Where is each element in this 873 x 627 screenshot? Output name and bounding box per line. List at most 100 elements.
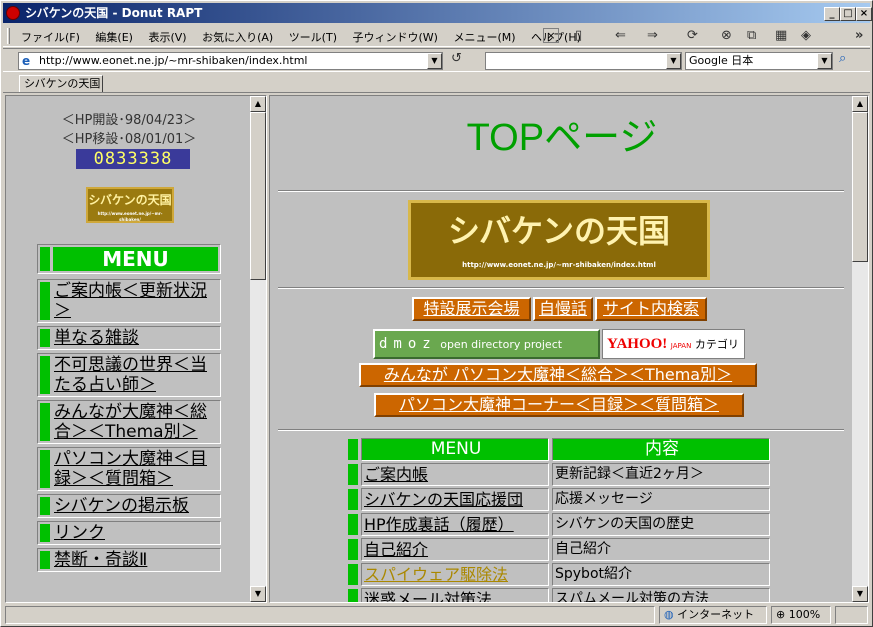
main-frame: TOPページ シバケンの天国 http://www.eonet.ne.jp/~m…: [269, 95, 869, 603]
menu-link-bbs[interactable]: シバケンの掲示板: [54, 495, 220, 517]
scroll-down-icon[interactable]: ▼: [250, 586, 266, 602]
plugin-icon[interactable]: ◈: [801, 28, 811, 43]
row-marker: [348, 514, 358, 535]
menu-view[interactable]: 表示(V): [148, 31, 186, 44]
resize-grip[interactable]: [835, 606, 868, 624]
hp-open-date: ＜HP開設･98/04/23＞: [61, 113, 197, 128]
refresh-icon[interactable]: ⟳: [687, 28, 698, 43]
table-row: スパイウェア駆除法 Spybot紹介: [346, 562, 772, 587]
menu-child-window[interactable]: 子ウィンドウ(W): [353, 31, 438, 44]
window-title: シバケンの天国 - Donut RAPT: [25, 6, 203, 20]
link-minna-daimajin[interactable]: みんなが パソコン大魔神＜総合＞＜Thema別＞: [359, 363, 757, 387]
search-engine-select[interactable]: Google 日本: [685, 52, 833, 70]
divider: [278, 287, 844, 289]
table-header: MENU 内容: [346, 437, 772, 462]
left-menu-item: シバケンの掲示板: [37, 494, 221, 518]
yahoo-link[interactable]: YAHOO! JAPAN カテゴリ: [602, 329, 745, 359]
menu-favorites[interactable]: お気に入り(A): [202, 31, 273, 44]
search-icon[interactable]: ⌕: [839, 51, 846, 66]
maximize-button[interactable]: □: [840, 7, 856, 21]
title-bar[interactable]: シバケンの天国 - Donut RAPT _ □ ×: [3, 3, 872, 23]
header-menu: MENU: [361, 438, 549, 461]
item-marker: [40, 551, 50, 569]
site-banner[interactable]: シバケンの天国 http://www.eonet.ne.jp/~mr-shiba…: [408, 200, 710, 280]
divider: [278, 190, 844, 192]
menu-link-forbidden[interactable]: 禁断・奇談Ⅱ: [54, 549, 220, 571]
menu-file[interactable]: ファイル(F): [21, 31, 80, 44]
url-input[interactable]: e http://www.eonet.ne.jp/~mr-shibaken/in…: [18, 52, 443, 70]
link-special-exhibit[interactable]: 特設展示会場: [412, 297, 531, 321]
zone-label: インターネット: [677, 608, 755, 621]
menu-link-pc-daimajin[interactable]: パソコン大魔神＜目録＞＜質問箱＞: [54, 448, 220, 490]
menu-menu[interactable]: メニュー(M): [453, 31, 515, 44]
go-arrow-icon[interactable]: ↺: [451, 51, 462, 66]
link-boast[interactable]: 自慢話: [533, 297, 593, 321]
yahoo-logo: YAHOO!: [607, 336, 668, 352]
engine-dropdown-icon[interactable]: ▼: [817, 53, 832, 69]
left-scrollbar[interactable]: ▲ ▼: [250, 96, 266, 602]
row-desc: 応援メッセージ: [552, 488, 770, 511]
small-logo-url: http://www.eonet.ne.jp/~mr-shibaken/: [97, 211, 163, 222]
item-marker: [40, 403, 50, 441]
search-input[interactable]: [485, 52, 682, 70]
scroll-thumb[interactable]: [852, 112, 868, 262]
status-text: [5, 606, 655, 624]
status-bar: ◍ インターネット ⊕ 100%: [3, 605, 870, 625]
search-dropdown-icon[interactable]: ▼: [666, 53, 681, 69]
banner-url: http://www.eonet.ne.jp/~mr-shibaken/inde…: [462, 261, 656, 269]
menu-link-mystery[interactable]: 不可思議の世界＜当たる占い師＞: [54, 354, 220, 396]
left-menu-item: パソコン大魔神＜目録＞＜質問箱＞: [37, 447, 221, 491]
scroll-up-icon[interactable]: ▲: [852, 96, 868, 112]
left-menu-item: 単なる雑談: [37, 326, 221, 350]
browser-window: シバケンの天国 - Donut RAPT _ □ × ファイル(F) 編集(E)…: [0, 0, 873, 627]
close-button[interactable]: ×: [856, 7, 872, 21]
menu-link-chat[interactable]: 単なる雑談: [54, 327, 220, 349]
row-desc: スパムメール対策の方法: [552, 588, 770, 602]
menu-bar: ファイル(F) 編集(E) 表示(V) お気に入り(A) ツール(T) 子ウィン…: [3, 25, 870, 47]
tab-bar: シバケンの天国: [3, 73, 870, 93]
back-arrow-icon[interactable]: ⇐: [615, 28, 626, 43]
puzzle-icon[interactable]: ▦: [775, 28, 787, 43]
zoom-cell[interactable]: ⊕ 100%: [771, 606, 831, 624]
link-pc-daimajin-corner[interactable]: パソコン大魔神コーナー＜目録＞＜質問箱＞: [374, 393, 744, 417]
table-row: ご案内帳 更新記録＜直近2ヶ月＞: [346, 462, 772, 487]
close-tab-icon[interactable]: ×: [543, 28, 559, 43]
forward-arrow-icon[interactable]: ⇒: [647, 28, 658, 43]
row-link-spyware[interactable]: スパイウェア駆除法: [364, 565, 508, 584]
minimize-button[interactable]: _: [824, 7, 840, 21]
left-menu-item: ご案内帳＜更新状況＞: [37, 279, 221, 323]
dmoz-link[interactable]: dmoz open directory project: [373, 329, 600, 359]
left-menu-item: みんなが大魔神＜総合＞＜Thema別＞: [37, 400, 221, 444]
menu-link-info[interactable]: ご案内帳＜更新状況＞: [54, 280, 220, 322]
stop-icon[interactable]: ⊗: [721, 28, 732, 43]
menu-tools[interactable]: ツール(T): [289, 31, 337, 44]
page-title: TOPページ: [466, 117, 658, 159]
scroll-up-icon[interactable]: ▲: [250, 96, 266, 112]
link-site-search[interactable]: サイト内検索: [595, 297, 707, 321]
row-desc: 自己紹介: [552, 538, 770, 561]
site-logo-small[interactable]: シバケンの天国 http://www.eonet.ne.jp/~mr-shiba…: [86, 187, 174, 223]
overflow-chevron-icon[interactable]: »: [855, 28, 863, 43]
url-dropdown-icon[interactable]: ▼: [427, 53, 442, 69]
row-link-history[interactable]: HP作成裏話（履歴）: [364, 515, 514, 534]
new-page-icon[interactable]: ▯: [575, 28, 582, 43]
scroll-thumb[interactable]: [250, 112, 266, 280]
menu-edit[interactable]: 編集(E): [95, 31, 133, 44]
main-scrollbar[interactable]: ▲ ▼: [852, 96, 868, 602]
item-marker: [40, 497, 50, 515]
menu-link-links[interactable]: リンク: [54, 522, 220, 544]
banner-text: シバケンの天国: [447, 212, 671, 250]
left-menu-item: リンク: [37, 521, 221, 545]
scroll-down-icon[interactable]: ▼: [852, 586, 868, 602]
row-link-spam[interactable]: 迷惑メール対策法: [364, 590, 492, 602]
menu-link-daimajin[interactable]: みんなが大魔神＜総合＞＜Thema別＞: [54, 401, 220, 443]
row-link-info[interactable]: ご案内帳: [364, 465, 428, 484]
toolbar-grip[interactable]: [7, 28, 10, 44]
row-marker: [348, 439, 358, 460]
item-marker: [40, 450, 50, 488]
tab-shibaken[interactable]: シバケンの天国: [19, 75, 103, 92]
row-marker: [348, 589, 358, 602]
copy-icon[interactable]: ⧉: [747, 28, 756, 43]
row-link-supporters[interactable]: シバケンの天国応援団: [364, 490, 523, 509]
row-link-profile[interactable]: 自己紹介: [364, 540, 428, 559]
